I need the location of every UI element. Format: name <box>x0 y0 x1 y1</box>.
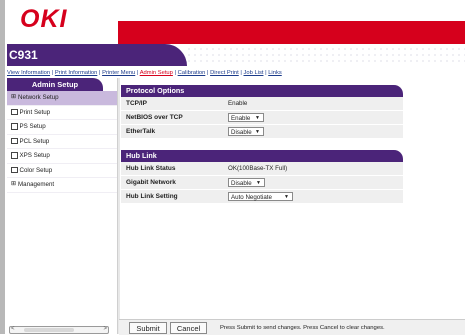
hub-link-setting-row: Hub Link Setting Auto Negotiate ▼ <box>121 190 403 204</box>
sidebar-item-color-setup[interactable]: Color Setup <box>7 164 118 178</box>
sidebar-item-label: PS Setup <box>19 123 46 130</box>
hub-link-header: Hub Link <box>121 150 403 162</box>
sidebar-item-label: PCL Setup <box>19 137 50 145</box>
page-icon <box>11 166 18 173</box>
hub-link-status-value: OK(100Base-TX Full) <box>228 165 288 172</box>
model-name: C931 <box>9 48 38 62</box>
netbios-row: NetBIOS over TCP Enable ▼ <box>121 111 403 125</box>
cancel-button[interactable]: Cancel <box>170 322 207 334</box>
netbios-select[interactable]: Enable ▼ <box>228 113 264 122</box>
sidebar-title: Admin Setup <box>7 78 103 91</box>
sidebar-item-label: Color Setup <box>19 166 53 174</box>
sidebar-item-network-setup[interactable]: ⊞ Network Setup <box>7 91 118 106</box>
page-icon <box>11 152 18 159</box>
page-icon <box>11 137 18 144</box>
brand-band <box>118 21 465 44</box>
ethertalk-select[interactable]: Disable ▼ <box>228 127 264 136</box>
link-direct-print[interactable]: Direct Print <box>210 70 239 76</box>
link-admin-setup[interactable]: Admin Setup <box>140 70 173 76</box>
page-icon <box>11 108 18 115</box>
link-print-information[interactable]: Print Information <box>55 70 98 76</box>
sidebar-item-management[interactable]: ⊞ Management <box>7 178 118 193</box>
link-printer-menu[interactable]: Printer Menu <box>102 70 135 76</box>
netbios-select-value: Enable <box>231 115 251 122</box>
sidebar-horizontal-scrollbar[interactable]: < > <box>9 326 109 334</box>
hub-link-setting-select[interactable]: Auto Negotiate ▼ <box>228 192 293 201</box>
ethertalk-label: EtherTalk <box>126 128 156 135</box>
tcpip-row: TCP/IP Enable <box>121 97 403 111</box>
top-nav: View Information | Print Information | P… <box>7 70 465 76</box>
frame-divider[interactable] <box>117 78 120 334</box>
hub-link-status-row: Hub Link Status OK(100Base-TX Full) <box>121 162 403 176</box>
submit-button[interactable]: Submit <box>129 322 167 334</box>
sidebar-item-label: Print Setup <box>19 108 51 116</box>
page-icon <box>11 123 18 130</box>
gigabit-network-row: Gigabit Network Disable ▼ <box>121 176 403 190</box>
ethertalk-row: EtherTalk Disable ▼ <box>121 125 403 139</box>
sidebar-item-label: Network Setup <box>18 94 59 101</box>
sidebar-item-label: XPS Setup <box>19 152 50 159</box>
gigabit-network-label: Gigabit Network <box>126 179 176 186</box>
dot-pattern <box>186 46 465 66</box>
sidebar-item-pcl-setup[interactable]: PCL Setup <box>7 135 118 149</box>
sidebar-item-print-setup[interactable]: Print Setup <box>7 106 118 120</box>
ethertalk-select-value: Disable <box>231 129 252 136</box>
sidebar-item-ps-setup[interactable]: PS Setup <box>7 120 118 135</box>
chevron-down-icon: ▼ <box>255 129 260 135</box>
chevron-down-icon: ▼ <box>256 180 261 186</box>
link-job-list[interactable]: Job List <box>243 70 263 76</box>
action-bar: Submit Cancel Press Submit to send chang… <box>119 319 465 335</box>
scroll-left-icon[interactable]: < <box>11 326 15 332</box>
link-view-information[interactable]: View Information <box>7 70 50 76</box>
hub-link-setting-label: Hub Link Setting <box>126 193 178 200</box>
sidebar-item-label: Management <box>18 181 55 188</box>
expand-icon: ⊞ <box>11 94 17 100</box>
protocol-options-header: Protocol Options <box>121 85 403 97</box>
gigabit-network-select-value: Disable <box>231 180 252 187</box>
scroll-thumb[interactable] <box>24 328 74 332</box>
hub-link-setting-select-value: Auto Negotiate <box>231 194 272 201</box>
oki-logo: OKI <box>20 5 68 33</box>
tcpip-value: Enable <box>228 100 248 107</box>
chevron-down-icon: ▼ <box>284 194 289 200</box>
scroll-right-icon[interactable]: > <box>103 326 107 332</box>
sidebar: Admin Setup ⊞ Network Setup Print Setup P… <box>7 78 118 334</box>
gigabit-network-select[interactable]: Disable ▼ <box>228 178 265 187</box>
action-hint: Press Submit to send changes. Press Canc… <box>220 325 385 331</box>
main-content: Protocol Options TCP/IP Enable NetBIOS o… <box>121 85 403 204</box>
chevron-down-icon: ▼ <box>255 115 260 121</box>
window-edge <box>0 0 5 334</box>
hub-link-status-label: Hub Link Status <box>126 165 176 172</box>
expand-icon: ⊞ <box>11 181 17 187</box>
sidebar-item-xps-setup[interactable]: XPS Setup <box>7 149 118 164</box>
tcpip-label: TCP/IP <box>126 100 147 107</box>
link-calibration[interactable]: Calibration <box>178 70 206 76</box>
netbios-label: NetBIOS over TCP <box>126 114 183 121</box>
link-links[interactable]: Links <box>268 70 282 76</box>
